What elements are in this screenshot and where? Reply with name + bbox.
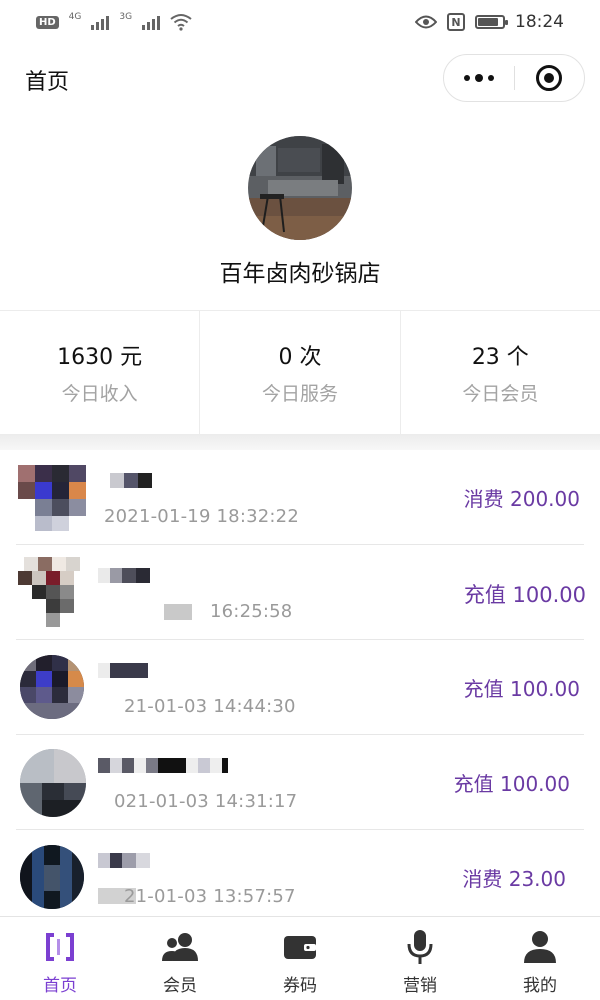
- store-name: 百年卤肉砂锅店: [219, 261, 381, 287]
- member-avatar: [20, 749, 86, 817]
- record-amount: 消费 200.00: [463, 487, 580, 511]
- tab-bar: 首页 会员 券码 营销 我的: [0, 916, 600, 1000]
- members-icon: [160, 929, 200, 965]
- member-name-redacted: [110, 467, 152, 493]
- member-name-redacted: [98, 752, 228, 778]
- list-item[interactable]: 2021-01-19 18:32:22 消费 200.00: [0, 450, 600, 545]
- member-name-redacted: [98, 562, 150, 588]
- stat-label: 今日收入: [61, 383, 138, 405]
- eye-icon: [415, 15, 437, 29]
- list-item[interactable]: 16:25:58 充值 100.00: [0, 545, 600, 640]
- tab-label: 营销: [403, 976, 437, 996]
- record-time: 2021-01-19 18:32:22: [104, 506, 299, 527]
- member-avatar: [20, 655, 84, 719]
- member-name-redacted: [98, 847, 150, 873]
- wifi-icon: [170, 14, 192, 31]
- record-amount: 充值 100.00: [463, 583, 586, 607]
- list-item[interactable]: 021-01-03 14:31:17 充值 100.00: [0, 735, 600, 830]
- hd-badge: HD: [36, 15, 59, 29]
- more-dot-icon: [474, 74, 483, 82]
- member-avatar: [18, 557, 86, 627]
- tab-mine[interactable]: 我的: [480, 917, 600, 1000]
- tab-label: 券码: [283, 976, 317, 996]
- tab-coupons[interactable]: 券码: [240, 917, 360, 1000]
- person-icon: [520, 929, 560, 965]
- wallet-icon: [280, 929, 320, 965]
- status-time: 18:24: [515, 12, 564, 32]
- battery-icon: [475, 15, 508, 29]
- stat-value: 1630 元: [57, 345, 143, 370]
- tab-label: 我的: [523, 976, 557, 996]
- stat-label: 今日服务: [261, 383, 338, 405]
- today-stats: 1630 元 今日收入 0 次 今日服务 23 个 今日会员: [0, 310, 600, 434]
- home-bracket-icon: [40, 929, 80, 965]
- record-time: 021-01-03 14:31:17: [114, 791, 298, 812]
- tab-home[interactable]: 首页: [0, 917, 120, 1000]
- transaction-list: 2021-01-19 18:32:22 消费 200.00 16:25:58 充…: [0, 450, 600, 920]
- navigation-bar: 首页: [0, 44, 600, 114]
- more-button[interactable]: [444, 55, 514, 101]
- stat-label: 今日会员: [462, 383, 539, 405]
- record-amount: 消费 23.00: [462, 867, 566, 891]
- record-time: 21-01-03 14:44:30: [124, 696, 296, 717]
- redaction-block: [164, 604, 192, 620]
- more-dot-icon: [463, 75, 470, 81]
- stat-value: 0 次: [278, 345, 322, 370]
- signal-icon: [91, 14, 110, 30]
- tab-marketing[interactable]: 营销: [360, 917, 480, 1000]
- signal-icon-2: [142, 14, 161, 30]
- record-time: 16:25:58: [210, 601, 293, 622]
- status-bar: HD 4G 3G N 18:24: [0, 0, 600, 44]
- stat-value: 23 个: [471, 345, 529, 370]
- mini-program-capsule: [443, 54, 585, 102]
- nfc-icon: N: [447, 13, 465, 31]
- status-right: N 18:24: [415, 12, 564, 32]
- tab-members[interactable]: 会员: [120, 917, 240, 1000]
- network-type-2: 3G: [119, 12, 133, 22]
- stat-service[interactable]: 0 次 今日服务: [200, 311, 401, 434]
- microphone-icon: [400, 929, 440, 965]
- section-separator: [0, 434, 600, 450]
- status-left: HD 4G 3G: [36, 12, 192, 31]
- list-item[interactable]: 21-01-03 14:44:30 充值 100.00: [0, 640, 600, 735]
- store-avatar[interactable]: [248, 136, 352, 240]
- member-name-redacted: [98, 657, 148, 683]
- store-profile: 百年卤肉砂锅店: [0, 114, 600, 310]
- record-amount: 充值 100.00: [463, 677, 580, 701]
- more-dot-icon: [487, 75, 494, 81]
- network-type-1: 4G: [68, 12, 82, 22]
- member-avatar: [20, 845, 84, 909]
- stat-income[interactable]: 1630 元 今日收入: [0, 311, 201, 434]
- stat-members[interactable]: 23 个 今日会员: [401, 311, 600, 434]
- record-amount: 充值 100.00: [453, 772, 570, 796]
- tab-label: 首页: [43, 976, 77, 996]
- list-item[interactable]: 21-01-03 13:57:57 消费 23.00: [0, 830, 600, 920]
- record-time: 21-01-03 13:57:57: [124, 886, 296, 907]
- target-icon: [536, 65, 563, 91]
- close-button[interactable]: [515, 55, 585, 101]
- tab-label: 会员: [163, 976, 197, 996]
- page-title: 首页: [25, 70, 70, 95]
- member-avatar: [18, 465, 86, 531]
